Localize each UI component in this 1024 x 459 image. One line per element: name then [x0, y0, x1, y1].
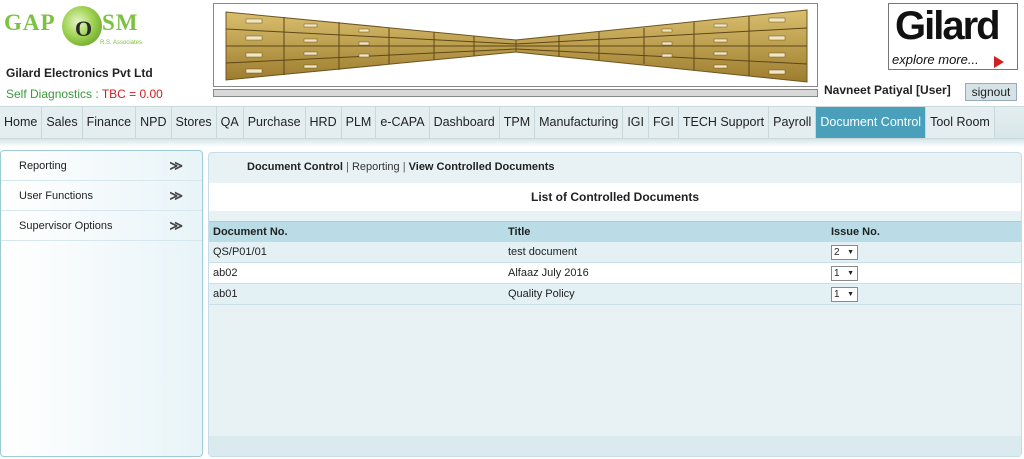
- nav-item-fgi[interactable]: FGI: [649, 107, 679, 138]
- red-arrow-icon: [994, 56, 1004, 68]
- logo-tagline: R.S. Associates: [100, 40, 143, 46]
- cell-issue-no: 2 ▼: [827, 242, 1021, 262]
- double-chevron-right-icon: ≫: [169, 218, 183, 233]
- nav-item-finance[interactable]: Finance: [83, 107, 137, 138]
- panel-footer: [209, 436, 1021, 456]
- current-user: Navneet Patiyal [User]: [824, 83, 951, 97]
- cell-title: test document: [508, 246, 578, 258]
- sidebar-item-user-functions[interactable]: User Functions ≫: [1, 181, 202, 211]
- nav-item-npd[interactable]: NPD: [136, 107, 172, 138]
- gilard-logo[interactable]: Gilard explore more...: [888, 3, 1018, 70]
- header: GAP O SM R.S. Associates Gilard Electron…: [0, 0, 1024, 104]
- breadcrumb-document-control[interactable]: Document Control: [247, 161, 343, 173]
- self-diagnostics: Self Diagnostics : TBC = 0.00: [6, 87, 163, 101]
- nav-fill: [994, 107, 1024, 138]
- main-nav: Home Sales Finance NPD Stores QA Purchas…: [0, 106, 1024, 139]
- table-row: ab01 Quality Policy 1 ▼: [209, 284, 1021, 305]
- logo-text-left: GAP: [4, 10, 56, 35]
- list-title: List of Controlled Documents: [209, 183, 1021, 211]
- cell-document-no: ab02: [213, 267, 238, 279]
- sidebar-item-label: Supervisor Options: [19, 220, 113, 232]
- nav-item-igi[interactable]: IGI: [623, 107, 649, 138]
- chevron-down-icon: ▼: [847, 270, 854, 277]
- documents-table: Document No. Title Issue No. QS/P01/01 t…: [209, 221, 1021, 305]
- main-panel: Document Control | Reporting | View Cont…: [208, 152, 1022, 457]
- breadcrumb-separator: |: [342, 161, 352, 173]
- nav-item-manufacturing[interactable]: Manufacturing: [535, 107, 624, 138]
- gilard-brand: Gilard: [895, 4, 1001, 48]
- sidebar: Reporting ≫ User Functions ≫ Supervisor …: [0, 150, 203, 457]
- nav-item-dashboard[interactable]: Dashboard: [430, 107, 500, 138]
- double-chevron-right-icon: ≫: [169, 158, 183, 173]
- sidebar-item-supervisor-options[interactable]: Supervisor Options ≫: [1, 211, 202, 241]
- column-header-issue-no: Issue No.: [831, 226, 880, 238]
- chevron-down-icon: ▼: [847, 249, 854, 256]
- issue-select-value: 2: [834, 247, 840, 258]
- column-header-document-no: Document No.: [213, 226, 288, 238]
- cell-document-no: QS/P01/01: [213, 246, 267, 258]
- breadcrumb-separator: |: [399, 161, 409, 173]
- issue-select-value: 1: [834, 268, 840, 279]
- issue-select-value: 1: [834, 289, 840, 300]
- logo-o-letter: O: [75, 16, 93, 41]
- sidebar-item-reporting[interactable]: Reporting ≫: [1, 151, 202, 181]
- breadcrumb: Document Control | Reporting | View Cont…: [247, 161, 555, 173]
- nav-item-sales[interactable]: Sales: [42, 107, 83, 138]
- nav-item-tpm[interactable]: TPM: [500, 107, 536, 138]
- diag-label: Self Diagnostics :: [6, 87, 102, 101]
- company-name: Gilard Electronics Pvt Ltd: [6, 66, 153, 80]
- signout-button[interactable]: signout: [965, 83, 1017, 101]
- table-header: Document No. Title Issue No.: [209, 221, 1021, 242]
- issue-select[interactable]: 2 ▼: [831, 245, 858, 260]
- breadcrumb-current: View Controlled Documents: [408, 161, 555, 173]
- double-chevron-right-icon: ≫: [169, 188, 183, 203]
- cell-document-no: ab01: [213, 288, 238, 300]
- table-row: ab02 Alfaaz July 2016 1 ▼: [209, 263, 1021, 284]
- issue-select[interactable]: 1 ▼: [831, 266, 858, 281]
- table-row: QS/P01/01 test document 2 ▼: [209, 242, 1021, 263]
- column-header-title: Title: [508, 226, 531, 238]
- nav-item-purchase[interactable]: Purchase: [244, 107, 306, 138]
- chevron-down-icon: ▼: [847, 291, 854, 298]
- logo-text-right: SM: [102, 10, 139, 35]
- cell-title: Alfaaz July 2016: [508, 267, 589, 279]
- nav-item-qa[interactable]: QA: [217, 107, 244, 138]
- cell-title: Quality Policy: [508, 288, 575, 300]
- nav-item-home[interactable]: Home: [0, 107, 43, 138]
- logo-o-icon: O: [62, 6, 102, 46]
- nav-shadow: [0, 139, 1024, 147]
- nav-item-tech-support[interactable]: TECH Support: [679, 107, 770, 138]
- nav-item-document-control[interactable]: Document Control: [816, 107, 927, 138]
- cell-issue-no: 1 ▼: [827, 284, 1021, 304]
- file-cabinet-banner-image: [213, 3, 818, 87]
- issue-select[interactable]: 1 ▼: [831, 287, 858, 302]
- diag-value: TBC = 0.00: [101, 87, 163, 101]
- nav-item-e-capa[interactable]: e-CAPA: [376, 107, 430, 138]
- sidebar-item-label: User Functions: [19, 190, 93, 202]
- cell-issue-no: 1 ▼: [827, 263, 1021, 283]
- nav-item-stores[interactable]: Stores: [172, 107, 217, 138]
- banner-strip: [213, 89, 818, 97]
- nav-item-tool-room[interactable]: Tool Room: [926, 107, 995, 138]
- breadcrumb-reporting[interactable]: Reporting: [352, 161, 400, 173]
- gaposm-logo[interactable]: GAP O SM R.S. Associates: [4, 6, 154, 58]
- sidebar-item-label: Reporting: [19, 160, 67, 172]
- nav-item-plm[interactable]: PLM: [342, 107, 377, 138]
- nav-item-payroll[interactable]: Payroll: [769, 107, 817, 138]
- nav-item-hrd[interactable]: HRD: [306, 107, 342, 138]
- cabinet-illustration: [225, 9, 808, 83]
- gilard-tagline: explore more...: [892, 52, 979, 67]
